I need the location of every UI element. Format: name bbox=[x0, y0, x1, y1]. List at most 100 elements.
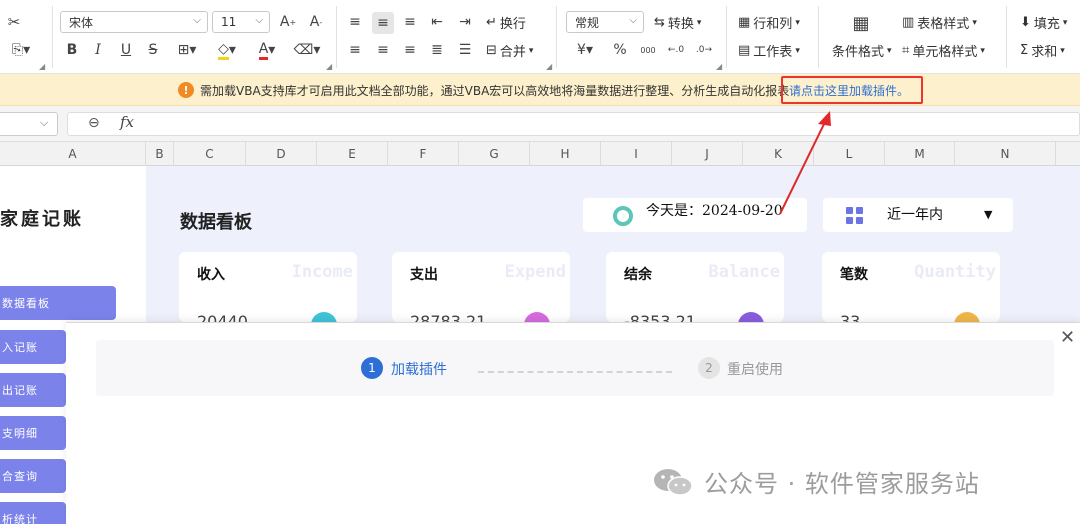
highlight-box bbox=[781, 76, 923, 104]
warning-icon: ! bbox=[178, 82, 194, 98]
justify-icon[interactable]: ≣ bbox=[428, 40, 446, 60]
column-header-A[interactable]: A bbox=[0, 142, 146, 166]
underline-icon[interactable]: U bbox=[117, 40, 135, 60]
chevron-down-icon: ▾ bbox=[980, 45, 985, 56]
thousands-format-icon[interactable]: 000 bbox=[638, 40, 658, 60]
currency-symbol: ¥ bbox=[577, 42, 586, 58]
clear-format-icon[interactable]: ⌫▾ bbox=[290, 40, 324, 60]
fx-icon[interactable]: fx bbox=[120, 113, 134, 131]
notice-text: 需加载VBA支持库才可启用此文档全部功能，通过VBA宏可以高效地将海量数据进行整… bbox=[200, 84, 790, 98]
convert-button[interactable]: ⇆ 转换 ▾ bbox=[654, 13, 701, 32]
column-header-L[interactable]: L bbox=[814, 142, 885, 166]
chevron-down-icon: ▾ bbox=[1062, 17, 1068, 28]
align-left-icon[interactable]: ≡ bbox=[346, 40, 364, 60]
table-style-button[interactable]: ▥ 表格样式 ▾ bbox=[902, 13, 977, 32]
decrease-indent-icon[interactable]: ⇤ bbox=[428, 12, 446, 32]
sidebar-item-income[interactable]: 入记账 bbox=[0, 330, 66, 364]
distributed-icon[interactable]: ☰ bbox=[456, 40, 474, 60]
font-group-launcher-icon[interactable]: ◢ bbox=[326, 62, 332, 71]
formula-input[interactable] bbox=[67, 112, 1080, 136]
number-format-value: 常规 bbox=[575, 15, 600, 30]
chevron-down-icon[interactable]: ⌵ bbox=[40, 116, 48, 130]
sidebar-item-query[interactable]: 合查询 bbox=[0, 459, 66, 493]
cell-style-icon: ⌗ bbox=[902, 43, 910, 58]
chevron-down-icon: ▾ bbox=[972, 17, 977, 28]
convert-label: 转换 bbox=[667, 17, 694, 32]
merge-button[interactable]: ⊟ 合并 ▾ bbox=[486, 41, 533, 60]
fill-button[interactable]: ⬇ 填充 ▾ bbox=[1020, 13, 1067, 32]
worksheet-button[interactable]: ▤ 工作表 ▾ bbox=[738, 41, 800, 60]
align-right-icon[interactable]: ≡ bbox=[401, 40, 419, 60]
clipboard-group-launcher-icon[interactable]: ◢ bbox=[39, 62, 45, 71]
ribbon-divider bbox=[52, 6, 53, 68]
expense-icon bbox=[524, 312, 550, 322]
column-header-C[interactable]: C bbox=[174, 142, 246, 166]
merge-label: 合并 bbox=[499, 45, 526, 60]
font-size-select[interactable]: 11 ⌵ bbox=[212, 11, 270, 33]
chevron-down-icon: ⌵ bbox=[255, 15, 263, 26]
thousands-symbol: 000 bbox=[640, 45, 656, 55]
caret-down-icon[interactable]: ▼ bbox=[984, 208, 992, 221]
cell-style-button[interactable]: ⌗ 单元格样式 ▾ bbox=[902, 41, 985, 60]
rows-columns-button[interactable]: ▦ 行和列 ▾ bbox=[738, 13, 800, 32]
decrease-decimal-icon[interactable]: .0→ bbox=[694, 40, 714, 60]
column-header-H[interactable]: H bbox=[530, 142, 601, 166]
conditional-format-button[interactable]: 条件格式 ▾ bbox=[832, 41, 892, 60]
number-format-select[interactable]: 常规 ⌵ bbox=[566, 11, 644, 33]
sum-button[interactable]: Σ 求和 ▾ bbox=[1020, 41, 1065, 60]
worksheet-icon: ▤ bbox=[738, 43, 751, 58]
chevron-down-icon: ▾ bbox=[528, 45, 534, 56]
close-icon[interactable]: ✕ bbox=[1060, 327, 1075, 348]
column-header-M[interactable]: M bbox=[885, 142, 955, 166]
chevron-down-icon: ⌵ bbox=[193, 15, 201, 26]
expense-card: 支出 Expend 28783.21 bbox=[392, 252, 570, 322]
wrap-icon: ↵ bbox=[486, 15, 497, 30]
zoom-icon[interactable]: ⊖ bbox=[88, 115, 100, 131]
column-header-F[interactable]: F bbox=[388, 142, 459, 166]
border-icon[interactable]: ⊞▾ bbox=[172, 40, 202, 60]
column-header-N[interactable]: N bbox=[955, 142, 1056, 166]
sidebar-item-analysis[interactable]: 析统计 bbox=[0, 502, 66, 524]
column-header-J[interactable]: J bbox=[672, 142, 743, 166]
align-bottom-icon[interactable]: ≡ bbox=[401, 12, 419, 32]
wrap-text-button[interactable]: ↵ 换行 bbox=[486, 13, 526, 32]
font-color-icon[interactable]: A ▾ bbox=[252, 40, 282, 60]
column-header-B[interactable]: B bbox=[146, 142, 174, 166]
font-name-value: 宋体 bbox=[69, 15, 94, 30]
grid-icon bbox=[846, 207, 864, 225]
sidebar-item-details[interactable]: 支明细 bbox=[0, 416, 66, 450]
strikethrough-icon[interactable]: S bbox=[144, 40, 162, 60]
cut-icon[interactable]: ✂ bbox=[4, 12, 24, 32]
percent-format-icon[interactable]: % bbox=[610, 40, 630, 60]
italic-icon[interactable]: I bbox=[89, 40, 107, 60]
currency-format-icon[interactable]: ¥ ▾ bbox=[570, 40, 600, 60]
alignment-group-launcher-icon[interactable]: ◢ bbox=[546, 62, 552, 71]
increase-indent-icon[interactable]: ⇥ bbox=[456, 12, 474, 32]
decrease-font-icon[interactable]: A- bbox=[306, 12, 326, 32]
card-value: 20440 bbox=[197, 312, 248, 322]
column-header-G[interactable]: G bbox=[459, 142, 530, 166]
name-box[interactable] bbox=[0, 112, 58, 136]
table-style-label: 表格样式 bbox=[917, 17, 970, 32]
fill-color-icon[interactable]: ◇ ▾ bbox=[212, 40, 242, 60]
income-card: 收入 Income 20440 bbox=[179, 252, 357, 322]
align-center-icon[interactable]: ≡ bbox=[374, 40, 392, 60]
bold-icon[interactable]: B bbox=[63, 40, 81, 60]
increase-decimal-icon[interactable]: ←.0 bbox=[666, 40, 686, 60]
column-header-I[interactable]: I bbox=[601, 142, 672, 166]
format-painter-icon[interactable]: ⎘▾ bbox=[4, 40, 38, 60]
sidebar-item-expense[interactable]: 出记账 bbox=[0, 373, 66, 407]
sidebar-item-dashboard[interactable]: 数据看板 bbox=[0, 286, 116, 320]
number-group-launcher-icon[interactable]: ◢ bbox=[716, 62, 722, 71]
column-header-E[interactable]: E bbox=[317, 142, 388, 166]
quantity-icon bbox=[954, 312, 980, 322]
column-header-D[interactable]: D bbox=[246, 142, 317, 166]
column-header-K[interactable]: K bbox=[743, 142, 814, 166]
app-title: 家庭记账 bbox=[0, 209, 84, 230]
increase-font-icon[interactable]: A + bbox=[278, 12, 298, 32]
font-name-select[interactable]: 宋体 ⌵ bbox=[60, 11, 208, 33]
align-middle-icon[interactable]: ≡ bbox=[372, 12, 394, 34]
table-style-icon: ▥ bbox=[902, 15, 915, 30]
align-top-icon[interactable]: ≡ bbox=[346, 12, 364, 32]
conditional-format-icon[interactable]: ▦ bbox=[850, 12, 872, 34]
